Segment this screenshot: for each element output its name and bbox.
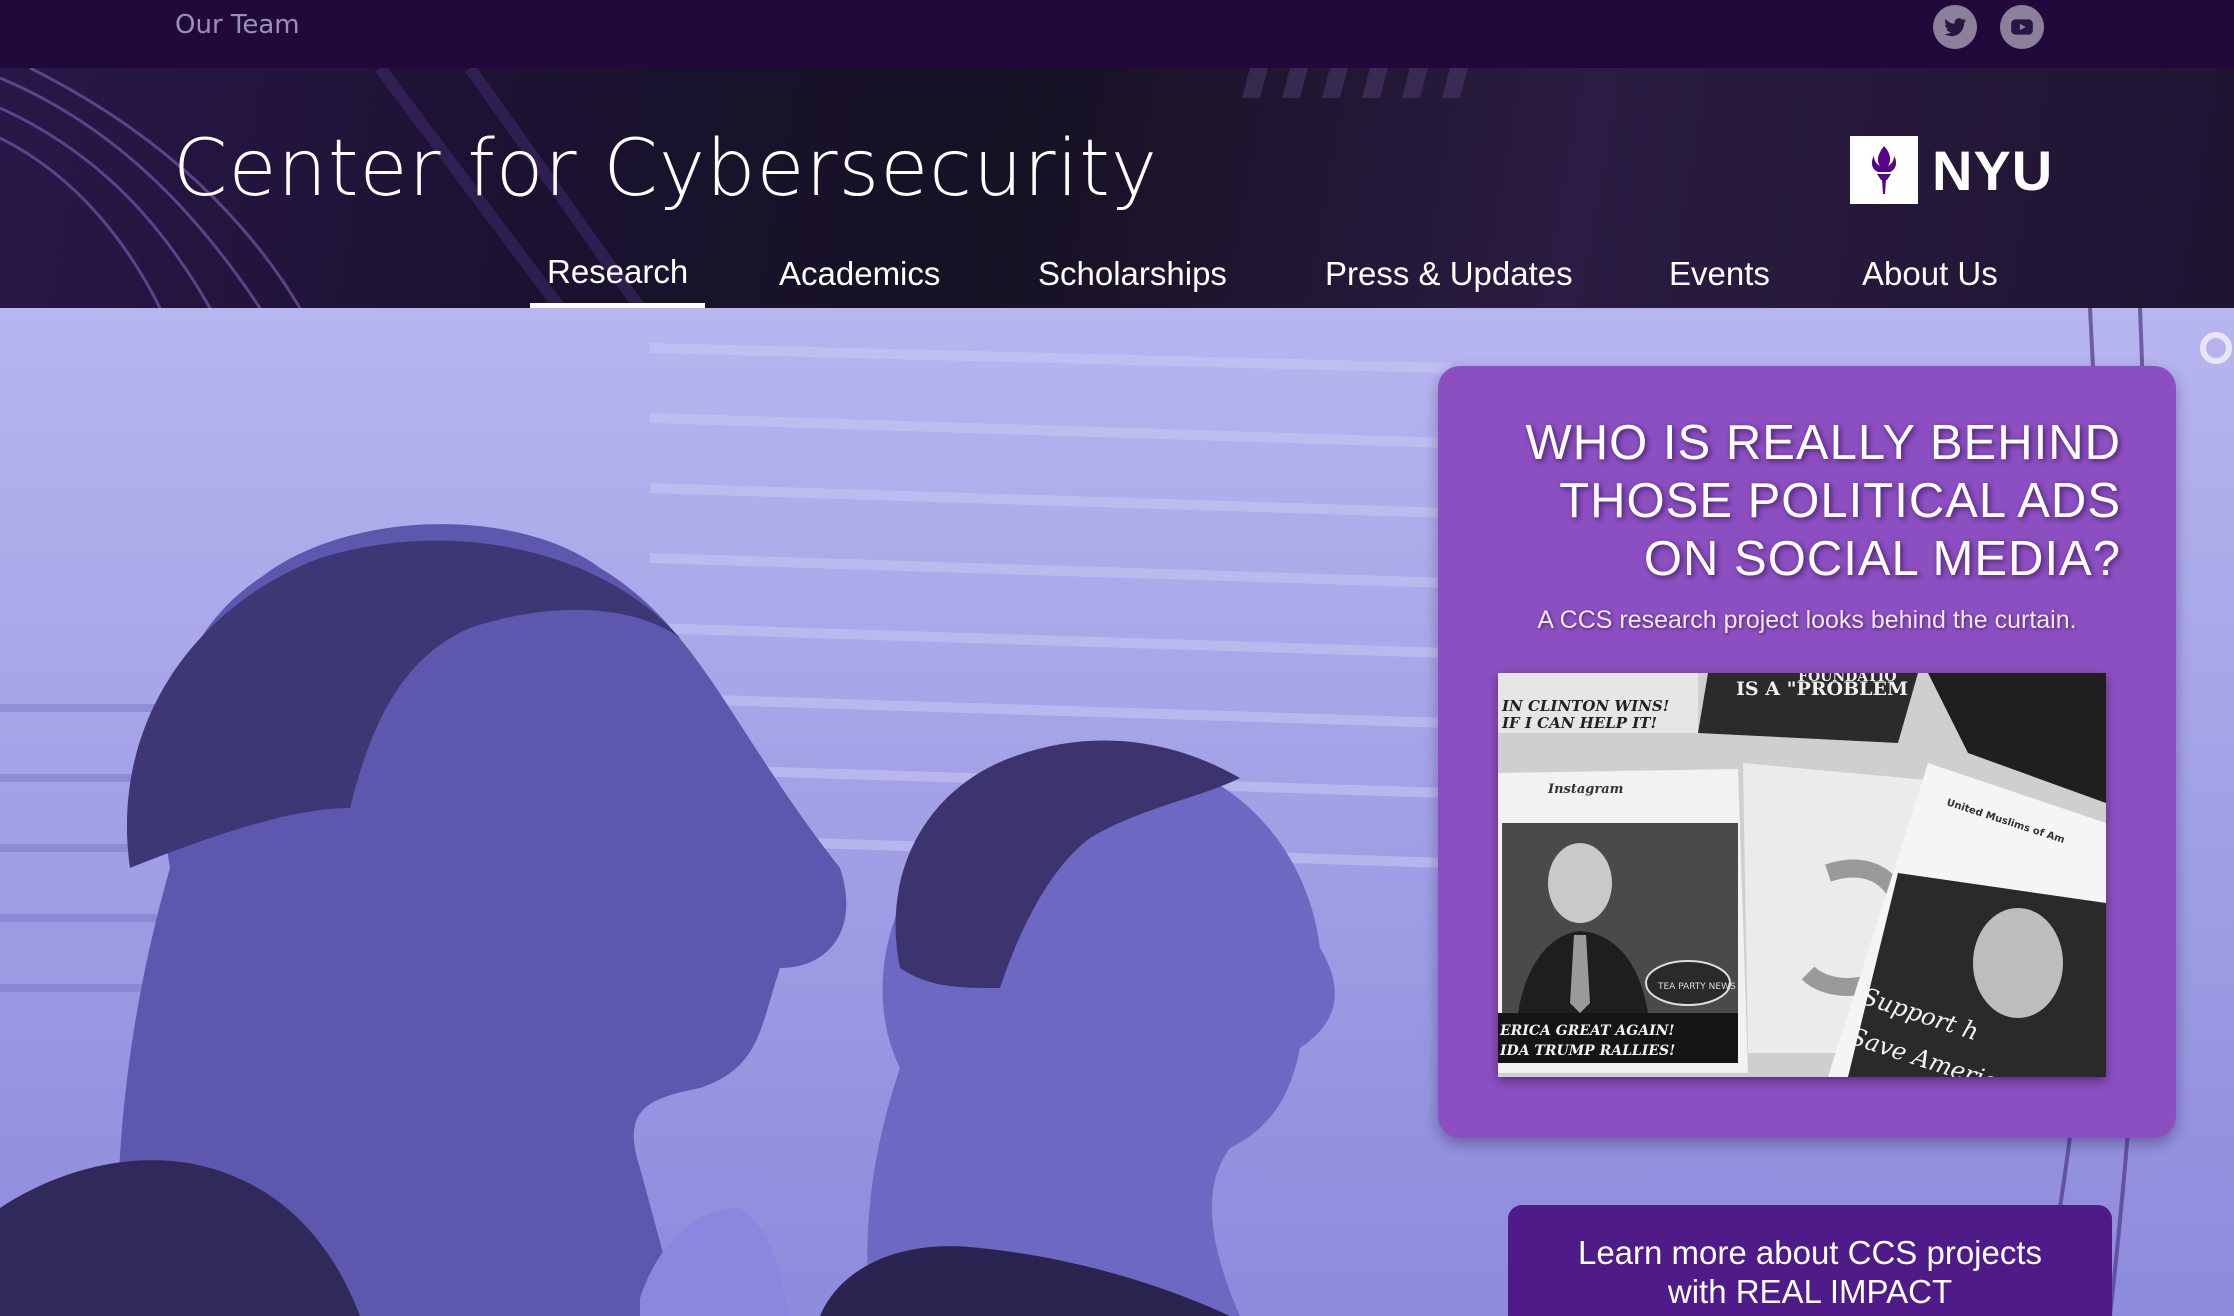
nav-press-updates[interactable]: Press & Updates [1308,240,1590,308]
site-header: Center for Cybersecurity NYU Research Ac… [0,68,2234,308]
feature-title-line-2: THOSE POLITICAL ADS [1559,474,2121,528]
nyu-logo[interactable]: NYU [1850,136,2053,204]
collage-text-k: TEA PARTY NEWS [1657,982,1736,992]
nav-academics[interactable]: Academics [762,240,957,308]
hero-banner: WHO IS REALLY BEHIND THOSE POLITICAL ADS… [0,308,2234,1316]
feature-card[interactable]: WHO IS REALLY BEHIND THOSE POLITICAL ADS… [1438,366,2176,1138]
nav-about-us[interactable]: About Us [1845,240,2015,308]
political-ads-collage-image[interactable]: IN CLINTON WINS! IF I CAN HELP IT! IS A … [1498,673,2106,1077]
nyu-torch-icon [1850,136,1918,204]
cta-line-2: with REAL IMPACT [1667,1273,1953,1310]
collage-text-f: ERICA GREAT AGAIN! [1499,1023,1675,1039]
cta-line-1: Learn more about CCS projects [1577,1234,2043,1271]
nyu-wordmark: NYU [1932,138,2054,202]
twitter-glyph [1944,18,1967,37]
youtube-icon[interactable] [2000,5,2044,49]
feature-title-line-3: ON SOCIAL MEDIA? [1643,532,2121,586]
nav-events[interactable]: Events [1652,240,1787,308]
main-navigation: Research Academics Scholarships Press & … [0,240,2234,308]
site-title[interactable]: Center for Cybersecurity [173,124,1158,214]
torch-glyph [1871,146,1897,194]
collage-text-a: IN CLINTON WINS! [1501,697,1669,715]
twitter-icon[interactable] [1933,5,1977,49]
collage-graphic: IN CLINTON WINS! IF I CAN HELP IT! IS A … [1498,673,2106,1077]
learn-more-cta-button[interactable]: Learn more about CCS projects with REAL … [1508,1205,2112,1316]
nav-scholarships[interactable]: Scholarships [1021,240,1244,308]
top-utility-bar: Our Team [0,0,2234,68]
collage-text-e: Instagram [1547,782,1623,797]
feature-card-subtitle: A CCS research project looks behind the … [1537,606,2077,634]
slider-indicator-dot[interactable] [2200,332,2232,364]
collage-text-g: IDA TRUMP RALLIES! [1499,1043,1675,1059]
our-team-link[interactable]: Our Team [175,10,300,40]
feature-title-line-1: WHO IS REALLY BEHIND [1525,416,2121,470]
collage-text-d: FOUNDATIO [1798,673,1897,685]
feature-card-title[interactable]: WHO IS REALLY BEHIND THOSE POLITICAL ADS… [1481,414,2121,588]
youtube-glyph [2011,19,2033,35]
collage-text-b: IF I CAN HELP IT! [1501,714,1657,732]
nav-research[interactable]: Research [530,240,706,308]
